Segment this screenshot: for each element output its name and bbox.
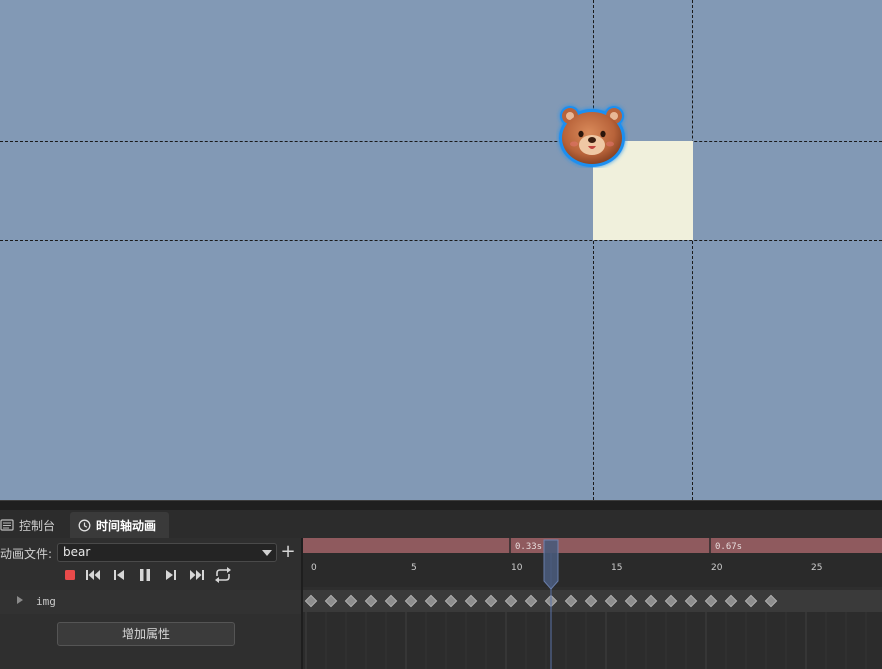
pause-button[interactable] bbox=[132, 565, 158, 585]
guide-line-horizontal bbox=[0, 141, 882, 142]
track-name: img bbox=[36, 595, 56, 608]
tab-console-label: 控制台 bbox=[19, 518, 56, 533]
animation-file-select[interactable]: bear bbox=[57, 543, 277, 562]
next-frame-button[interactable] bbox=[158, 565, 184, 585]
record-button[interactable] bbox=[60, 565, 80, 585]
loop-icon bbox=[215, 567, 231, 583]
chevron-down-icon bbox=[262, 550, 272, 556]
playback-controls bbox=[60, 565, 236, 585]
frame-tick-label: 25 bbox=[811, 563, 822, 573]
prev-frame-button[interactable] bbox=[106, 565, 132, 585]
frame-tick-label: 5 bbox=[411, 563, 417, 573]
frame-tick-label: 15 bbox=[611, 563, 622, 573]
frame-ruler bbox=[303, 553, 882, 587]
timeline-panel[interactable]: 0.33s 0.67s 0 5 10 15 20 25 bbox=[303, 538, 882, 669]
time-marker-strip bbox=[303, 538, 882, 553]
record-icon bbox=[65, 570, 75, 580]
tab-timeline-animation[interactable]: 时间轴动画 bbox=[70, 512, 169, 538]
add-property-button[interactable]: 增加属性 bbox=[57, 622, 235, 646]
animation-file-label: 动画文件: bbox=[0, 547, 53, 561]
skip-to-end-icon bbox=[190, 570, 204, 580]
bottom-tab-bar: 控制台 时间轴动画 bbox=[0, 510, 882, 538]
timeline-empty-area bbox=[303, 612, 882, 669]
timeline-canvas[interactable]: 0.33s 0.67s 0 5 10 15 20 25 bbox=[303, 538, 882, 669]
scene-viewport[interactable] bbox=[0, 0, 882, 500]
time-marker-label: 0.33s bbox=[515, 542, 542, 552]
tab-console[interactable]: 控制台 bbox=[0, 512, 66, 538]
playhead-handle[interactable] bbox=[543, 539, 559, 590]
console-icon bbox=[0, 519, 14, 531]
last-frame-button[interactable] bbox=[184, 565, 210, 585]
frame-tick-label: 10 bbox=[511, 563, 523, 573]
guide-line-vertical bbox=[593, 0, 594, 500]
frame-tick-label: 20 bbox=[711, 563, 723, 573]
expand-arrow-icon[interactable] bbox=[17, 596, 23, 604]
frame-tick-label: 0 bbox=[311, 563, 317, 573]
loop-button[interactable] bbox=[210, 565, 236, 585]
first-frame-button[interactable] bbox=[80, 565, 106, 585]
panel-divider[interactable] bbox=[0, 500, 882, 510]
bear-sprite[interactable] bbox=[556, 102, 628, 168]
guide-line-horizontal bbox=[0, 240, 882, 241]
tab-timeline-label: 时间轴动画 bbox=[96, 518, 157, 533]
step-forward-icon bbox=[166, 570, 176, 580]
step-back-icon bbox=[114, 570, 124, 580]
skip-to-start-icon bbox=[86, 570, 100, 580]
clock-icon bbox=[78, 519, 91, 531]
pause-icon bbox=[140, 569, 150, 581]
add-animation-button[interactable]: + bbox=[280, 542, 296, 562]
time-marker-label: 0.67s bbox=[715, 542, 742, 552]
animation-file-value: bear bbox=[63, 545, 91, 559]
guide-line-vertical bbox=[692, 0, 693, 500]
